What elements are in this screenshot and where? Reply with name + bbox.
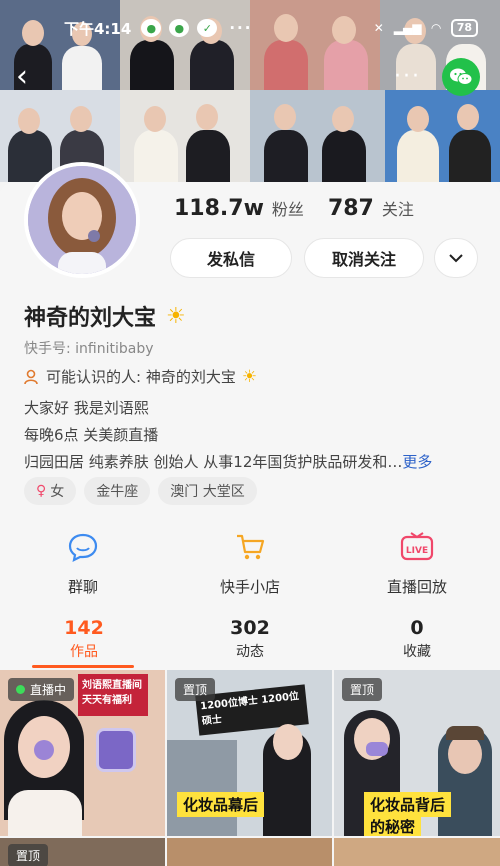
- pinned-badge: 置顶: [175, 678, 216, 701]
- live-badge-text: 直播中: [30, 683, 67, 697]
- profile-name-row: 神奇的刘大宝 ☀: [24, 300, 186, 332]
- kuaishou-id: 快手号: infinitibaby: [24, 341, 154, 357]
- bio-line: 每晚6点 关美颜直播: [24, 426, 159, 444]
- tab-count: 142: [64, 617, 104, 639]
- tag-label: 金牛座: [96, 484, 139, 500]
- person-icon: [24, 369, 38, 384]
- header-photo-collage: 下午4:14 ● ● ✓ ··· ✕ ▂▄▆ ◠ 78 ‹ ···: [0, 0, 500, 182]
- status-bar: 下午4:14 ● ● ✓ ··· ✕ ▂▄▆ ◠ 78: [0, 0, 500, 56]
- live-replay-icon: LIVE: [400, 532, 434, 561]
- female-icon: ♀: [36, 483, 47, 499]
- video-caption: 的秘密: [364, 814, 422, 836]
- sun-emoji-icon: ☀: [166, 303, 186, 329]
- signal-icon: ▂▄▆: [393, 21, 422, 35]
- feature-label: 快手小店: [219, 578, 280, 596]
- battery-indicator: 78: [450, 19, 478, 37]
- live-room-sign: 刘语熙直播间 天天有福利: [78, 674, 148, 716]
- tag-label: 女: [50, 484, 65, 500]
- location-tag: 澳门 大堂区: [158, 477, 257, 505]
- send-message-button[interactable]: 发私信: [170, 238, 292, 278]
- video-thumbnail[interactable]: [334, 838, 500, 866]
- status-time: 下午4:14: [64, 19, 132, 38]
- mute-icon: ✕: [373, 21, 384, 35]
- security-shield-icon: ✓: [197, 19, 218, 37]
- video-thumbnail-pinned[interactable]: 化妆品背后 的秘密 置顶: [334, 670, 500, 836]
- unfollow-button[interactable]: 取消关注: [304, 238, 424, 278]
- wechat-share-button[interactable]: [442, 58, 480, 96]
- video-thumbnail[interactable]: [167, 838, 332, 866]
- followers-label[interactable]: 粉丝: [272, 196, 304, 220]
- tab-label: 动态: [236, 644, 264, 660]
- tab-count: 0: [410, 617, 424, 639]
- more-notifications-icon: ···: [229, 19, 253, 37]
- live-icon-text: LIVE: [406, 546, 428, 556]
- tab-count: 302: [230, 617, 270, 639]
- may-know-text: 可能认识的人: 神奇的刘大宝: [46, 368, 236, 386]
- group-chat-button[interactable]: 群聊: [23, 530, 143, 597]
- more-link[interactable]: 更多: [402, 453, 432, 471]
- profile-name: 神奇的刘大宝: [24, 306, 157, 331]
- video-caption: 化妆品幕后: [177, 792, 265, 817]
- bio-line: 大家好 我是刘语熙: [24, 399, 149, 417]
- live-badge: 直播中: [8, 678, 75, 701]
- collage-photo: [385, 90, 500, 182]
- profile-avatar[interactable]: [24, 162, 140, 278]
- chat-bubble-icon: [68, 533, 98, 562]
- pinned-badge: 置顶: [8, 844, 49, 866]
- collage-photo: [250, 90, 385, 182]
- profile-stats: 118.7w 粉丝 787 关注: [174, 196, 414, 221]
- tag-label: 澳门 大堂区: [170, 484, 245, 500]
- tab-works[interactable]: 142 作品: [29, 617, 139, 661]
- following-label[interactable]: 关注: [382, 196, 414, 220]
- gender-tag: ♀ 女: [24, 477, 77, 505]
- feature-label: 直播回放: [386, 578, 447, 596]
- wifi-icon: ◠: [431, 21, 441, 35]
- wechat-icon: [450, 68, 473, 85]
- shopping-cart-icon: [237, 534, 265, 560]
- active-tab-indicator: [32, 665, 134, 668]
- pinned-badge: 置顶: [342, 678, 383, 701]
- video-thumbnail-pinned[interactable]: 置顶: [0, 838, 165, 866]
- collage-photo: [120, 90, 250, 182]
- shop-button[interactable]: 快手小店: [190, 530, 310, 597]
- tab-moments[interactable]: 302 动态: [195, 617, 305, 661]
- description-text: 归园田居 纯素养肤 创始人 从事12年国货护肤品研发和…: [24, 453, 403, 471]
- profile-tags: ♀ 女 金牛座 澳门 大堂区: [24, 477, 257, 505]
- profile-description: 归园田居 纯素养肤 创始人 从事12年国货护肤品研发和…更多: [24, 451, 432, 472]
- followers-count[interactable]: 118.7w: [174, 196, 264, 221]
- live-dot-icon: [16, 685, 25, 694]
- more-options-button[interactable]: ···: [394, 64, 421, 89]
- wechat-notification-icon: ●: [141, 19, 162, 37]
- tab-favorites[interactable]: 0 收藏: [362, 617, 472, 661]
- tab-label: 作品: [70, 644, 98, 660]
- video-grid: 刘语熙直播间 天天有福利 直播中 1200位博士 1200位硕士 化妆品幕后 置…: [0, 670, 500, 866]
- following-count[interactable]: 787: [328, 196, 374, 221]
- live-replay-button[interactable]: LIVE 直播回放: [357, 530, 477, 597]
- back-button[interactable]: ‹: [16, 62, 42, 92]
- chevron-down-icon: [449, 254, 463, 263]
- avatar-image: [28, 166, 136, 274]
- sun-emoji-icon: ☀: [241, 366, 258, 387]
- video-thumbnail-pinned[interactable]: 1200位博士 1200位硕士 化妆品幕后 置顶: [167, 670, 332, 836]
- feature-label: 群聊: [67, 578, 98, 596]
- expand-recommendations-button[interactable]: [434, 238, 478, 278]
- wechat-notification-icon: ●: [169, 19, 190, 37]
- zodiac-tag: 金牛座: [84, 477, 151, 505]
- may-know-row[interactable]: 可能认识的人: 神奇的刘大宝 ☀: [24, 366, 257, 387]
- video-thumbnail-live[interactable]: 刘语熙直播间 天天有福利 直播中: [0, 670, 165, 836]
- tab-label: 收藏: [403, 644, 431, 660]
